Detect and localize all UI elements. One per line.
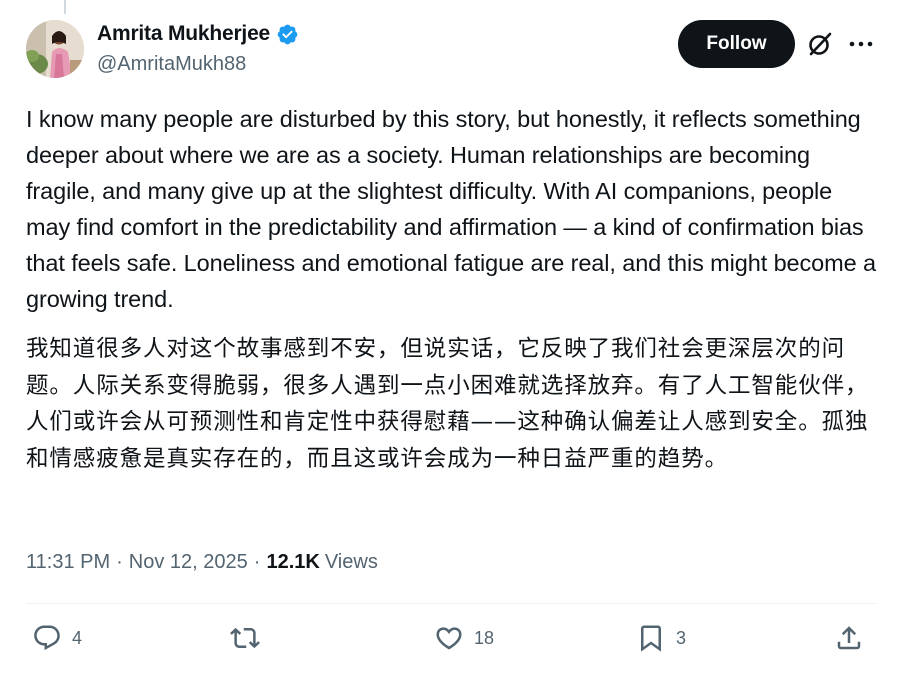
tweet-meta: 11:31 PM · Nov 12, 2025 · 12.1K Views (26, 551, 378, 574)
bookmark-count: 3 (676, 627, 687, 648)
more-dots-icon[interactable] (846, 30, 876, 58)
bookmark-icon (641, 625, 661, 652)
share-icon (837, 626, 861, 650)
repost-icon (230, 627, 260, 649)
heart-icon (436, 627, 462, 650)
reply-icon (34, 625, 60, 651)
avatar[interactable] (26, 20, 84, 78)
grok-slash-circle-icon[interactable] (806, 30, 834, 58)
tweet-text-english: I know many people are disturbed by this… (26, 106, 876, 312)
actions-divider (26, 603, 876, 604)
author-name-row: Amrita Mukherjee (97, 22, 299, 46)
meta-separator-2: · (253, 551, 261, 573)
tweet-text-chinese: 我知道很多人对这个故事感到不安，但说实话，它反映了我们社会更深层次的问题。人际关… (26, 336, 869, 472)
author-handle[interactable]: @AmritaMukh88 (97, 53, 246, 76)
reply-button[interactable]: 4 (32, 618, 82, 658)
views-count: 12.1K (266, 551, 320, 573)
verified-badge-icon[interactable] (276, 23, 299, 46)
share-button[interactable] (834, 618, 864, 658)
tweet-card: Amrita Mukherjee @AmritaMukh88 Follow I … (0, 0, 898, 673)
reply-count: 4 (72, 627, 83, 648)
tweet-date[interactable]: Nov 12, 2025 (129, 551, 248, 574)
thread-connector-line (64, 0, 66, 14)
like-button[interactable]: 18 (434, 618, 494, 658)
like-count: 18 (474, 627, 495, 648)
action-bar: 4 18 3 (26, 618, 876, 658)
tweet-time[interactable]: 11:31 PM (26, 551, 110, 574)
bookmark-button[interactable]: 3 (636, 618, 686, 658)
follow-button[interactable]: Follow (678, 20, 795, 68)
repost-button[interactable] (230, 618, 270, 658)
meta-separator: · (116, 551, 123, 573)
author-display-name[interactable]: Amrita Mukherjee (97, 22, 270, 46)
views-label: Views (324, 551, 378, 573)
